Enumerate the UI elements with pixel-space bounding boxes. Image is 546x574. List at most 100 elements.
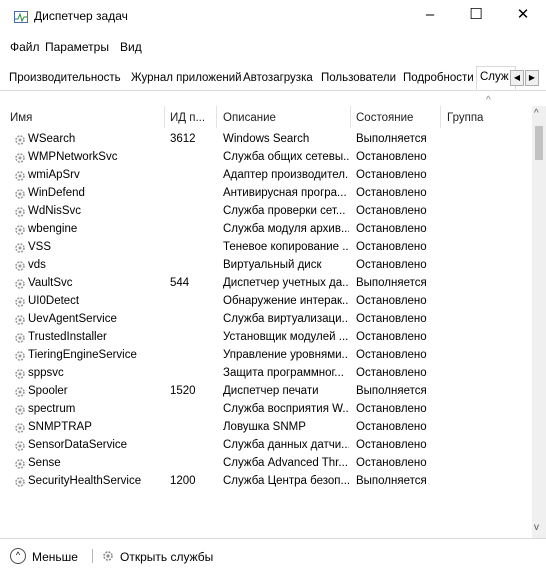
menu-file[interactable]: Файл bbox=[10, 40, 40, 54]
table-row[interactable]: SNMPTRAP Ловушка SNMP Остановлено bbox=[0, 419, 532, 437]
gear-icon bbox=[15, 477, 25, 487]
service-status: Выполняется bbox=[356, 277, 427, 289]
service-name: wmiApSrv bbox=[28, 169, 80, 181]
minimize-button[interactable]: – bbox=[407, 0, 453, 30]
service-description: Ловушка SNMP bbox=[223, 421, 306, 433]
service-description: Служба данных датчи... bbox=[223, 439, 349, 451]
gear-icon bbox=[15, 405, 25, 415]
service-name: SNMPTRAP bbox=[28, 421, 92, 433]
service-description: Windows Search bbox=[223, 133, 310, 145]
menu-view[interactable]: Вид bbox=[120, 40, 142, 54]
gear-icon bbox=[15, 459, 25, 469]
service-status: Остановлено bbox=[356, 223, 427, 235]
scroll-up-icon[interactable]: ^ bbox=[534, 108, 539, 119]
menu-options[interactable]: Параметры bbox=[45, 40, 109, 54]
service-description: Служба виртуализаци... bbox=[223, 313, 349, 325]
gear-icon bbox=[15, 171, 25, 181]
gear-icon bbox=[15, 387, 25, 397]
table-row[interactable]: WinDefend Антивирусная програ... Остановле… bbox=[0, 185, 532, 203]
table-row[interactable]: Sense Служба Advanced Thr... Остановлено bbox=[0, 455, 532, 473]
service-name: SecurityHealthService bbox=[28, 475, 142, 487]
service-name: Spooler bbox=[28, 385, 68, 397]
service-name: VaultSvc bbox=[28, 277, 73, 289]
title-bar: Диспетчер задач – ☐ ✕ bbox=[0, 0, 546, 32]
table-row[interactable]: SensorDataService Служба данных датчи... О… bbox=[0, 437, 532, 455]
table-row[interactable]: spectrum Служба восприятия W... Остановлен… bbox=[0, 401, 532, 419]
service-name: VSS bbox=[28, 241, 52, 253]
gear-icon bbox=[15, 225, 25, 235]
service-description: Установщик модулей ... bbox=[223, 331, 349, 343]
table-row[interactable]: UevAgentService Служба виртуализаци... Ост… bbox=[0, 311, 532, 329]
tab-scroll-right-icon[interactable]: ▶ bbox=[525, 70, 539, 86]
service-status: Остановлено bbox=[356, 241, 427, 253]
service-status: Остановлено bbox=[356, 169, 427, 181]
tab-app-history[interactable]: Журнал приложений bbox=[128, 68, 245, 90]
service-status: Остановлено bbox=[356, 259, 427, 271]
gear-icon bbox=[15, 297, 25, 307]
service-description: Диспетчер печати bbox=[223, 385, 319, 397]
service-status: Остановлено bbox=[356, 349, 427, 361]
tab-users[interactable]: Пользователи bbox=[318, 68, 399, 90]
service-name: TrustedInstaller bbox=[28, 331, 107, 343]
table-row[interactable]: wmiApSrv Адаптер производител... Остановле… bbox=[0, 167, 532, 185]
service-description: Адаптер производител... bbox=[223, 169, 349, 181]
service-description: Служба Advanced Thr... bbox=[223, 457, 348, 469]
tab-scroll-left-icon[interactable]: ◀ bbox=[510, 70, 524, 86]
table-row[interactable]: Spooler 1520 Диспетчер печати Выполняется bbox=[0, 383, 532, 401]
gear-icon bbox=[15, 333, 25, 343]
table-row[interactable]: VaultSvc 544 Диспетчер учетных да... Выполн… bbox=[0, 275, 532, 293]
service-name: wbengine bbox=[28, 223, 78, 235]
scrollbar-thumb[interactable] bbox=[535, 126, 543, 160]
table-row[interactable]: TieringEngineService Управление уровнями.… bbox=[0, 347, 532, 365]
table-row[interactable]: TrustedInstaller Установщик модулей ... Ос… bbox=[0, 329, 532, 347]
gear-icon bbox=[15, 441, 25, 451]
gear-icon bbox=[15, 261, 25, 271]
maximize-button[interactable]: ☐ bbox=[453, 0, 499, 30]
window-title: Диспетчер задач bbox=[34, 9, 128, 23]
tab-details[interactable]: Подробности bbox=[400, 68, 477, 90]
service-status: Выполняется bbox=[356, 133, 427, 145]
scroll-down-icon[interactable]: v bbox=[534, 522, 539, 533]
gear-icon bbox=[15, 369, 25, 379]
table-row[interactable]: WMPNetworkSvc Служба общих сетевы... Остан… bbox=[0, 149, 532, 167]
table-row[interactable]: sppsvc Защита программног... Остановлено bbox=[0, 365, 532, 383]
column-header-name[interactable]: Имя bbox=[10, 112, 32, 124]
sort-indicator-icon: ^ bbox=[486, 95, 491, 106]
service-name: SensorDataService bbox=[28, 439, 128, 451]
service-status: Остановлено bbox=[356, 367, 427, 379]
column-header-status[interactable]: Состояние bbox=[356, 112, 413, 124]
gear-icon bbox=[103, 551, 113, 561]
service-pid: 1200 bbox=[170, 475, 196, 487]
column-header-group[interactable]: Группа bbox=[447, 112, 483, 124]
table-row[interactable]: wbengine Служба модуля архив... Остановлен… bbox=[0, 221, 532, 239]
service-description: Теневое копирование ... bbox=[223, 241, 349, 253]
chevron-up-circle-icon[interactable]: ^ bbox=[10, 548, 26, 564]
table-row[interactable]: WSearch 3612 Windows Search Выполняется bbox=[0, 131, 532, 149]
table-row[interactable]: SecurityHealthService 1200 Служба Центра б… bbox=[0, 473, 532, 491]
tab-startup[interactable]: Автозагрузка bbox=[240, 68, 316, 90]
service-name: TieringEngineService bbox=[28, 349, 137, 361]
service-status: Остановлено bbox=[356, 313, 427, 325]
open-services-link[interactable]: Открыть службы bbox=[120, 550, 213, 564]
gear-icon bbox=[15, 207, 25, 217]
tab-performance[interactable]: Производительность bbox=[6, 68, 124, 90]
service-status: Остановлено bbox=[356, 457, 427, 469]
less-details-button[interactable]: Меньше bbox=[32, 550, 78, 564]
service-name: Sense bbox=[28, 457, 61, 469]
vertical-scrollbar[interactable] bbox=[532, 106, 546, 538]
service-name: UI0Detect bbox=[28, 295, 80, 307]
service-name: spectrum bbox=[28, 403, 76, 415]
column-header-pid[interactable]: ИД п... bbox=[170, 112, 205, 124]
service-description: Обнаружение интерак... bbox=[223, 295, 349, 307]
column-header-description[interactable]: Описание bbox=[223, 112, 276, 124]
close-button[interactable]: ✕ bbox=[500, 0, 546, 30]
gear-icon bbox=[15, 423, 25, 433]
table-row[interactable]: UI0Detect Обнаружение интерак... Остановле… bbox=[0, 293, 532, 311]
table-row[interactable]: VSS Теневое копирование ... Остановлено bbox=[0, 239, 532, 257]
table-header: Имя ИД п... Описание Состояние Группа bbox=[0, 106, 532, 128]
service-pid: 1520 bbox=[170, 385, 196, 397]
service-status: Остановлено bbox=[356, 205, 427, 217]
table-row[interactable]: WdNisSvc Служба проверки сет... Остановлен… bbox=[0, 203, 532, 221]
table-row[interactable]: vds Виртуальный диск Остановлено bbox=[0, 257, 532, 275]
tab-bar: Производительность Журнал приложений Авт… bbox=[0, 64, 546, 91]
